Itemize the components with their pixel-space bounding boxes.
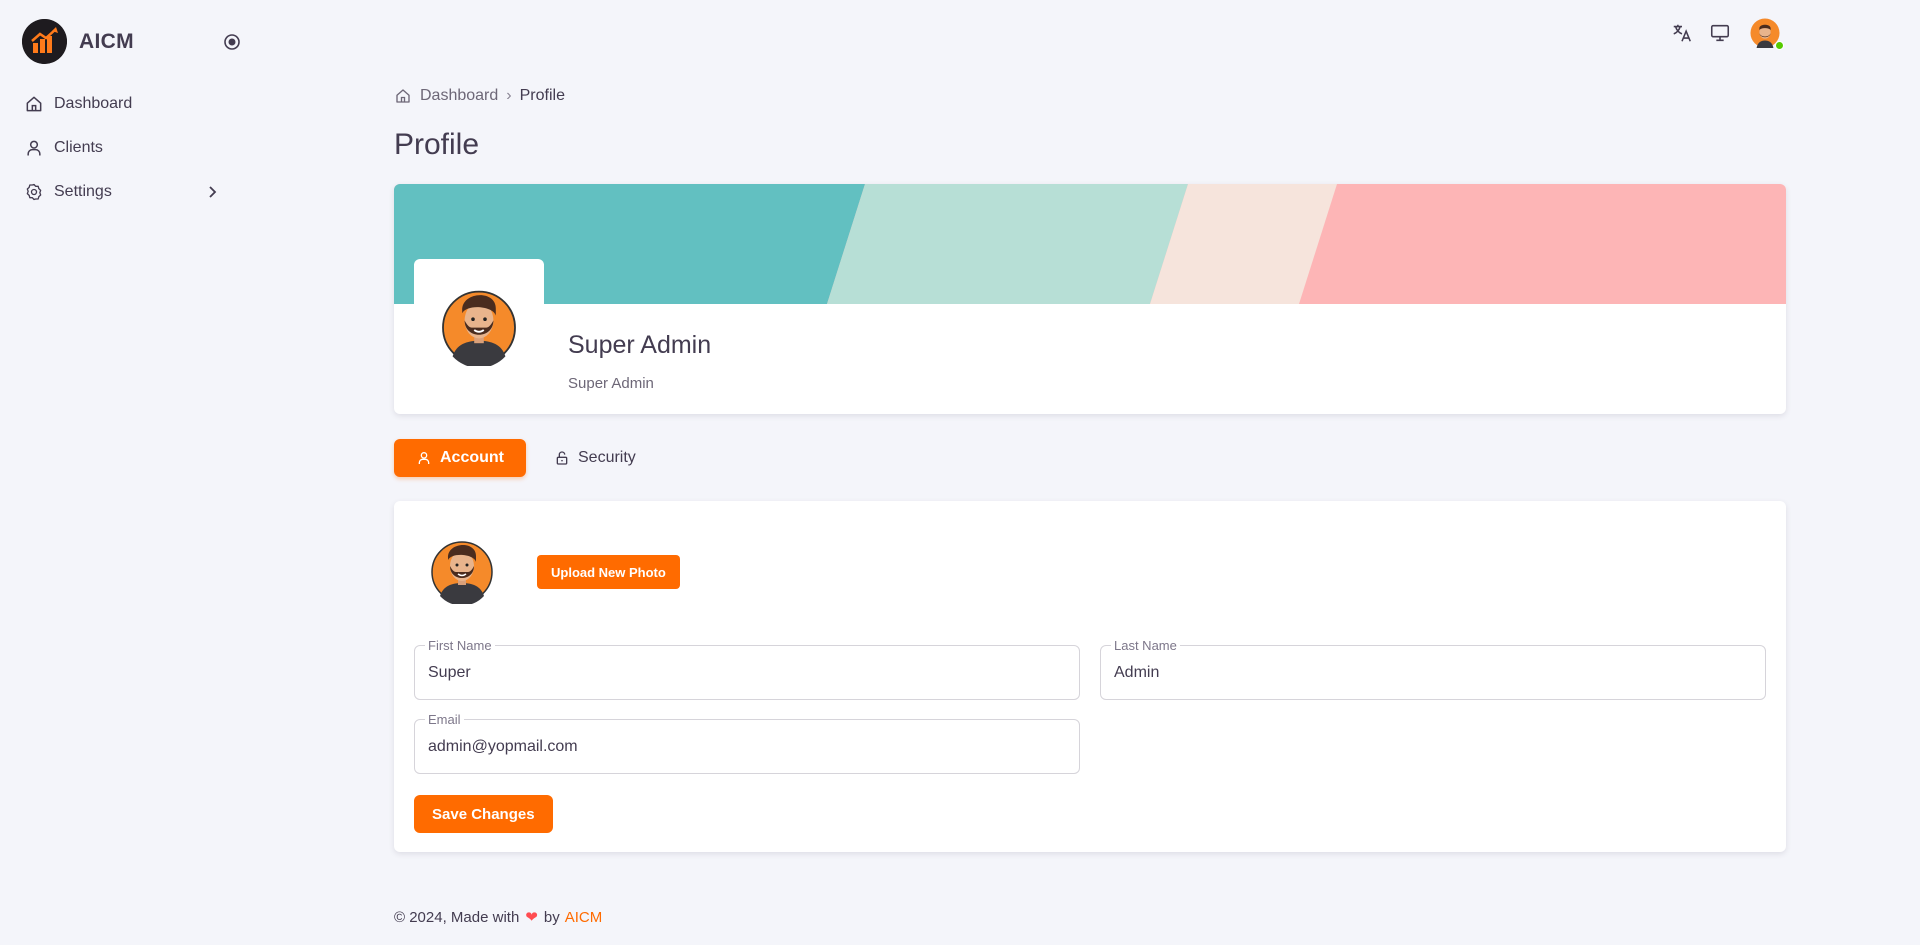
user-icon	[418, 452, 430, 464]
last-name-label: Last Name	[1111, 638, 1180, 653]
profile-role: Super Admin	[568, 375, 654, 392]
save-changes-button[interactable]: Save Changes	[414, 795, 553, 833]
profile-name: Super Admin	[568, 331, 712, 359]
topbar-actions	[1668, 18, 1784, 50]
email-label: Email	[425, 712, 464, 727]
home-icon	[26, 96, 42, 112]
profile-avatar	[442, 290, 516, 366]
language-button[interactable]	[1668, 19, 1696, 47]
profile-avatar-frame	[414, 259, 544, 389]
sidebar-item-clients[interactable]: Clients	[12, 126, 242, 170]
brand[interactable]: AICM	[22, 19, 134, 64]
sidebar-item-label: Dashboard	[54, 95, 133, 112]
sidebar-item-dashboard[interactable]: Dashboard	[12, 82, 242, 126]
sidebar-collapse-toggle[interactable]	[223, 33, 241, 51]
heart-icon: ❤	[525, 909, 538, 926]
chevron-right-icon	[209, 186, 217, 198]
breadcrumb-dashboard-link[interactable]: Dashboard	[420, 87, 498, 105]
user-icon	[27, 140, 41, 156]
profile-header-card: Super Admin Super Admin	[394, 184, 1786, 414]
tab-security[interactable]: Security	[532, 439, 658, 477]
breadcrumb: Dashboard › Profile	[394, 87, 565, 105]
gear-icon	[26, 183, 42, 201]
home-icon	[396, 89, 410, 103]
lock-icon	[556, 451, 568, 465]
radio-icon	[224, 34, 240, 50]
tab-account[interactable]: Account	[394, 439, 526, 477]
display-mode-button[interactable]	[1706, 19, 1734, 47]
brand-name: AICM	[79, 29, 134, 53]
avatar	[431, 541, 493, 606]
first-name-input[interactable]	[428, 662, 1066, 684]
first-name-field: First Name	[414, 638, 1080, 700]
footer-by: by	[543, 908, 560, 926]
profile-tabs: Account Security	[394, 439, 658, 477]
sidebar-nav: Dashboard Clients Settings	[12, 82, 242, 214]
brand-logo	[22, 19, 67, 64]
account-avatar	[430, 534, 494, 606]
page-title: Profile	[394, 128, 480, 161]
footer: © 2024, Made with ❤ by AICM	[394, 908, 603, 927]
profile-banner	[394, 184, 1786, 304]
translate-icon	[1673, 24, 1691, 42]
sidebar: AICM Dashboard Clients Settings	[0, 0, 260, 945]
email-field: Email	[414, 712, 1080, 774]
last-name-input[interactable]	[1114, 662, 1752, 684]
last-name-field: Last Name	[1100, 638, 1766, 700]
sidebar-item-label: Clients	[54, 139, 103, 156]
sidebar-item-label: Settings	[54, 183, 112, 200]
sidebar-item-settings[interactable]: Settings	[12, 170, 242, 214]
breadcrumb-separator: ›	[506, 87, 512, 104]
breadcrumb-current: Profile	[519, 87, 565, 104]
monitor-icon	[1710, 24, 1730, 42]
user-avatar-button[interactable]	[1750, 18, 1784, 50]
upload-photo-button[interactable]: Upload New Photo	[537, 555, 680, 589]
tab-label: Security	[578, 449, 636, 466]
tab-label: Account	[440, 449, 504, 466]
footer-brand-link[interactable]: AICM	[565, 909, 603, 926]
online-status-dot	[1775, 41, 1784, 50]
account-settings-card: Upload New Photo First Name Last Name Em…	[394, 501, 1786, 852]
email-input[interactable]	[428, 736, 1066, 758]
footer-copyright: © 2024, Made with	[394, 908, 520, 926]
first-name-label: First Name	[425, 638, 495, 653]
